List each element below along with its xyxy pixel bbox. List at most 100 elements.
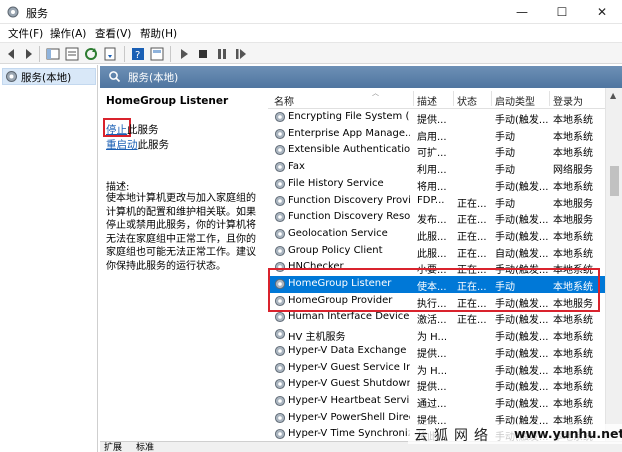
cell-description: 提供... [417, 382, 447, 394]
cell-name: Hyper-V Guest Service In... [288, 361, 410, 373]
tab-standard[interactable]: 标准 [136, 443, 154, 452]
back-icon[interactable] [4, 46, 20, 62]
cell-description: 可扩... [417, 148, 447, 160]
service-details-panel: HomeGroup Listener 停止此服务 重启动此服务 描述: 使本地计… [100, 88, 268, 441]
export-icon[interactable] [102, 46, 118, 62]
cell-startup-type: 手动(触发... [495, 215, 549, 227]
cell-name: File History Service [288, 177, 384, 189]
cell-log-on-as: 本地系统 [553, 181, 593, 193]
table-row[interactable]: File History Service 将用... 手动(触发... 本地系统 [268, 176, 605, 193]
tab-extended[interactable]: 扩展 [104, 443, 122, 452]
table-row[interactable]: Hyper-V Heartbeat Service 通过... 手动(触发... 本地… [268, 393, 605, 410]
list-header: ︿ 名称 描述 状态 启动类型 登录为 [268, 88, 605, 109]
toolbar-separator [39, 46, 40, 62]
menu-action[interactable]: 操作(A) [50, 26, 86, 41]
service-gear-icon [274, 429, 286, 440]
cell-log-on-as: 本地系统 [553, 231, 593, 243]
cell-startup-type: 手动(触发... [495, 115, 549, 126]
tree-node-services-local[interactable]: 服务(本地) [2, 68, 96, 85]
cell-description: 发布... [417, 215, 447, 227]
service-gear-icon [274, 228, 286, 239]
search-icon [109, 71, 121, 83]
cell-description: 通过... [417, 398, 447, 410]
console-tree-icon[interactable] [45, 46, 61, 62]
column-divider[interactable] [549, 91, 550, 106]
cell-log-on-as: 本地服务 [553, 198, 593, 210]
stop-icon[interactable] [195, 46, 211, 62]
restart-icon[interactable] [233, 46, 249, 62]
play-icon[interactable] [176, 46, 192, 62]
cell-startup-type: 手动(触发... [495, 332, 549, 344]
column-divider[interactable] [413, 91, 414, 106]
stop-service-link[interactable]: 停止 [106, 124, 127, 136]
pause-icon[interactable] [214, 46, 230, 62]
table-row[interactable]: Enterprise App Manage... 启用... 手动 本地系统 [268, 126, 605, 143]
refresh-icon[interactable] [83, 46, 99, 62]
properties-icon[interactable] [64, 46, 80, 62]
column-divider[interactable] [491, 91, 492, 106]
stop-service-row: 停止此服务 [106, 122, 159, 137]
minimize-button[interactable]: — [502, 0, 542, 24]
title-bar: 服务 — ☐ ✕ [0, 0, 622, 24]
table-row[interactable]: Fax 利用... 手动 网络服务 [268, 159, 605, 176]
table-row[interactable]: Geolocation Service 此服... 正在... 手动(触发... 本地系… [268, 226, 605, 243]
restart-service-link[interactable]: 重启动 [106, 139, 138, 151]
cell-name: Hyper-V PowerShell Direc... [288, 411, 410, 423]
cell-log-on-as: 本地系统 [553, 348, 593, 360]
cell-log-on-as: 本地服务 [553, 215, 593, 227]
cell-startup-type: 手动 [495, 148, 515, 160]
description-label: 描述: [106, 182, 130, 193]
toolbar-separator [124, 46, 125, 62]
scroll-up-icon[interactable]: ▲ [610, 91, 616, 100]
cell-log-on-as: 本地系统 [553, 398, 593, 410]
cell-name: Function Discovery Reso... [288, 211, 410, 223]
cell-name: Fax [288, 161, 305, 173]
scrollbar-thumb[interactable] [610, 166, 619, 196]
view-icon[interactable] [149, 46, 165, 62]
table-row[interactable]: Function Discovery Provi... FDP... 正在... 手动… [268, 193, 605, 210]
table-row[interactable]: Extensible Authentication... 可扩... 手动 本地系统 [268, 142, 605, 159]
watermark-text: 云狐网络 [414, 428, 494, 444]
cell-name: Function Discovery Provi... [288, 194, 410, 206]
table-row[interactable]: Group Policy Client 此服... 正在... 自动(触发... 本地系… [268, 243, 605, 260]
maximize-button[interactable]: ☐ [542, 0, 582, 24]
cell-name: Human Interface Device ... [288, 311, 410, 323]
restart-service-suffix: 此服务 [137, 139, 170, 151]
cell-log-on-as: 本地系统 [553, 248, 593, 260]
service-name: HomeGroup Listener [106, 95, 229, 107]
service-gear-icon [274, 212, 286, 223]
table-row[interactable]: Encrypting File System (E... 提供... 手动(触发..… [268, 109, 605, 126]
table-row[interactable]: Hyper-V Guest Shutdown... 提供... 手动(触发... 本地… [268, 376, 605, 393]
menu-file[interactable]: 文件(F) [8, 26, 43, 41]
cell-description: 为 H... [417, 332, 448, 344]
table-row[interactable]: Hyper-V Data Exchange ... 提供... 手动(触发... 本地… [268, 343, 605, 360]
vertical-scrollbar[interactable]: ▲ [605, 88, 622, 441]
forward-icon[interactable] [20, 46, 36, 62]
service-gear-icon [274, 195, 286, 206]
cell-log-on-as: 本地系统 [553, 148, 593, 160]
service-gear-icon [274, 412, 286, 423]
stop-service-suffix: 此服务 [127, 124, 159, 136]
cell-startup-type: 手动(触发... [495, 382, 549, 394]
column-header-log-on-as[interactable]: 登录为 [553, 93, 583, 108]
cell-name: Geolocation Service [288, 227, 388, 239]
menu-help[interactable]: 帮助(H) [140, 26, 177, 41]
table-row[interactable]: Function Discovery Reso... 发布... 正在... 手动(触… [268, 209, 605, 226]
tree-node-label: 服务(本地) [21, 72, 72, 84]
menu-view[interactable]: 查看(V) [95, 26, 131, 41]
close-button[interactable]: ✕ [582, 0, 622, 24]
column-header-description[interactable]: 描述 [417, 93, 437, 108]
column-header-name[interactable]: 名称 [274, 93, 294, 108]
cell-name: Enterprise App Manage... [288, 127, 410, 139]
help-icon[interactable]: ? [130, 46, 146, 62]
service-gear-icon [274, 162, 286, 173]
column-header-status[interactable]: 状态 [457, 93, 477, 108]
pane-header-title: 服务(本地) [128, 72, 179, 84]
column-header-startup-type[interactable]: 启动类型 [495, 93, 535, 108]
cell-log-on-as: 网络服务 [553, 165, 593, 177]
column-divider[interactable] [453, 91, 454, 106]
services-gear-icon [6, 71, 17, 82]
table-row[interactable]: Hyper-V Guest Service In... 为 H... 手动(触发..… [268, 360, 605, 377]
table-row[interactable]: HV 主机服务 为 H... 手动(触发... 本地系统 [268, 326, 605, 343]
cell-description: 激活... [417, 315, 447, 327]
